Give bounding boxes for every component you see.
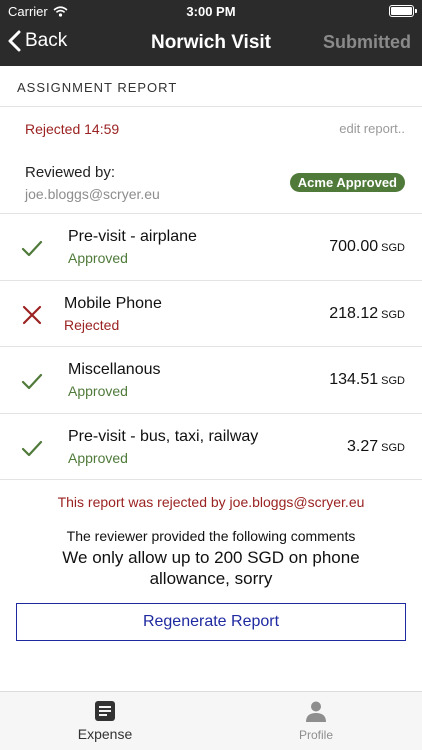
tab-expense[interactable]: Expense xyxy=(45,700,165,742)
reviewer-comment: We only allow up to 200 SGD on phone all… xyxy=(62,548,360,588)
expense-amount: 700.00 SGD xyxy=(329,238,405,256)
person-icon xyxy=(306,701,326,722)
amount-value: 3.27 xyxy=(347,437,379,455)
amount-value: 700.00 xyxy=(329,238,379,255)
amount-currency: SGD xyxy=(381,441,405,454)
check-icon xyxy=(21,440,43,456)
section-header-label: ASSIGNMENT REPORT xyxy=(17,80,178,95)
status-badge: Acme Approved xyxy=(289,173,405,192)
status-bar: Carrier 3:00 PM xyxy=(0,0,422,22)
amount-currency: SGD xyxy=(381,242,405,254)
expense-title: Pre-visit - airplane xyxy=(68,228,197,245)
status-time: 3:00 PM xyxy=(186,4,236,19)
expense-row[interactable]: Mobile Phone Rejected 218.12 SGD xyxy=(0,281,422,347)
rejection-message: This report was rejected by joe.bloggs@s… xyxy=(57,494,365,510)
top-bar: Carrier 3:00 PM Back Norwich Visit Submi… xyxy=(0,0,422,66)
reviewed-by-label: Reviewed by: xyxy=(25,164,116,181)
rejection-info: This report was rejected by joe.bloggs@s… xyxy=(0,479,422,588)
amount-currency: SGD xyxy=(381,308,405,321)
section-header: ASSIGNMENT REPORT xyxy=(0,66,422,107)
amount-value: 134.51 xyxy=(329,371,379,388)
tab-profile-label: Profile xyxy=(298,728,333,742)
expense-title: Pre-visit - bus, taxi, railway xyxy=(68,427,259,445)
expense-amount: 134.51 SGD xyxy=(329,371,405,389)
expense-list: Pre-visit - airplane Approved 700.00 SGD … xyxy=(0,213,422,480)
comments-label: The reviewer provided the following comm… xyxy=(66,528,356,544)
reviewer-email: joe.bloggs@scryer.eu xyxy=(25,186,160,202)
rejected-timestamp: Rejected 14:59 xyxy=(25,121,120,137)
expense-status: Rejected xyxy=(64,316,120,333)
expense-status: Approved xyxy=(68,449,128,466)
expense-status: Approved xyxy=(68,383,128,399)
check-icon xyxy=(21,240,43,257)
expense-row[interactable]: Pre-visit - airplane Approved 700.00 SGD xyxy=(0,214,422,281)
expense-status: Approved xyxy=(68,250,128,266)
edit-report-link[interactable]: edit report.. xyxy=(339,121,405,136)
expense-title: Miscellanous xyxy=(68,361,161,378)
tab-profile[interactable]: Profile xyxy=(256,700,376,742)
document-icon xyxy=(95,701,115,721)
expense-row[interactable]: Pre-visit - bus, taxi, railway Approved … xyxy=(0,414,422,481)
check-icon xyxy=(21,373,43,390)
amount-currency: SGD xyxy=(381,375,405,387)
tab-bar: Expense Profile xyxy=(0,691,422,750)
submitted-button[interactable]: Submitted xyxy=(323,32,411,53)
expense-row[interactable]: Miscellanous Approved 134.51 SGD xyxy=(0,347,422,414)
navigation-bar: Back Norwich Visit Submitted xyxy=(0,22,422,66)
expense-title: Mobile Phone xyxy=(64,294,162,312)
cross-icon xyxy=(22,305,42,324)
tab-expense-label: Expense xyxy=(77,726,133,742)
expense-amount: 3.27 SGD xyxy=(347,438,405,456)
battery-icon xyxy=(389,5,417,17)
expense-amount: 218.12 SGD xyxy=(329,305,405,323)
amount-value: 218.12 xyxy=(329,304,379,322)
regenerate-report-button[interactable]: Regenerate Report xyxy=(16,603,406,641)
